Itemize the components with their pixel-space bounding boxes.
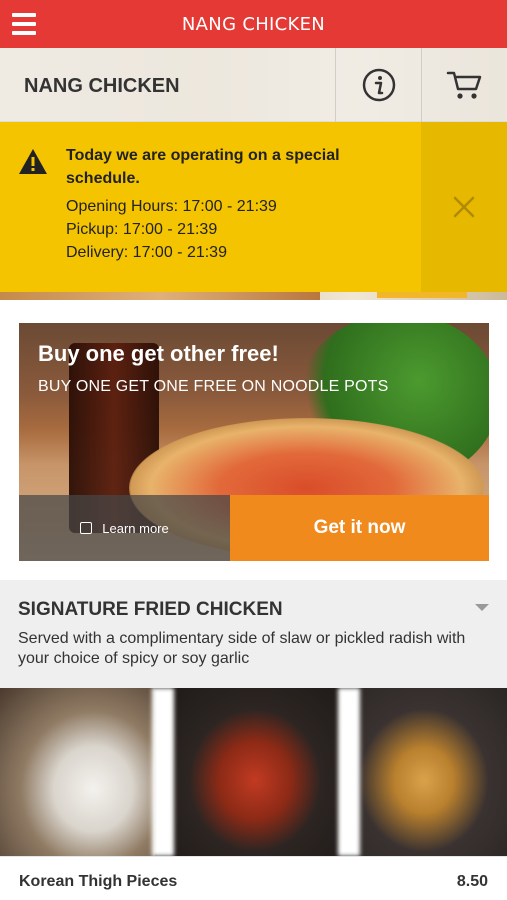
food-photo bbox=[170, 688, 340, 856]
info-button[interactable] bbox=[335, 48, 421, 122]
warning-icon bbox=[19, 149, 47, 174]
notice-headline: Today we are operating on a special sche… bbox=[66, 147, 340, 187]
promo-title: Buy one get other free! bbox=[38, 341, 279, 366]
chevron-down-icon[interactable] bbox=[475, 604, 489, 611]
schedule-notice: Today we are operating on a special sche… bbox=[0, 122, 507, 292]
restaurant-name: NANG CHICKEN bbox=[24, 75, 180, 97]
category-header[interactable]: SIGNATURE FRIED CHICKEN Served with a co… bbox=[0, 580, 507, 688]
food-photo bbox=[0, 688, 155, 856]
item-name: Korean Thigh Pieces bbox=[19, 873, 178, 890]
category-title: SIGNATURE FRIED CHICKEN bbox=[18, 599, 283, 620]
delivery-hours: Delivery: 17:00 - 21:39 bbox=[66, 244, 227, 261]
info-icon bbox=[362, 68, 395, 102]
promo-subtitle: BUY ONE GET ONE FREE ON NOODLE POTS bbox=[38, 378, 389, 395]
cart-button[interactable] bbox=[421, 48, 507, 122]
get-it-now-button[interactable]: Get it now bbox=[230, 495, 489, 561]
app-title: NANG CHICKEN bbox=[181, 13, 326, 35]
pickup-hours: Pickup: 17:00 - 21:39 bbox=[66, 221, 218, 238]
hamburger-menu-icon[interactable] bbox=[12, 13, 36, 35]
learn-more-label: Learn more bbox=[102, 520, 169, 536]
app-topbar: NANG CHICKEN bbox=[0, 0, 507, 48]
list-item[interactable]: Korean Thigh Pieces 8.50 bbox=[0, 856, 507, 900]
opening-hours: Opening Hours: 17:00 - 21:39 bbox=[66, 198, 277, 215]
learn-more-button[interactable]: Learn more bbox=[19, 495, 230, 561]
close-notice-button[interactable] bbox=[421, 122, 507, 292]
item-photo-strip bbox=[0, 688, 507, 856]
image-icon bbox=[80, 522, 93, 534]
promo-banner: Buy one get other free! BUY ONE GET ONE … bbox=[19, 323, 489, 561]
close-icon bbox=[453, 196, 475, 218]
restaurant-header: NANG CHICKEN bbox=[0, 48, 507, 122]
food-photo bbox=[356, 688, 507, 856]
cart-icon bbox=[446, 71, 481, 99]
item-price: 8.50 bbox=[456, 873, 488, 890]
category-description: Served with a complimentary side of slaw… bbox=[18, 630, 466, 667]
